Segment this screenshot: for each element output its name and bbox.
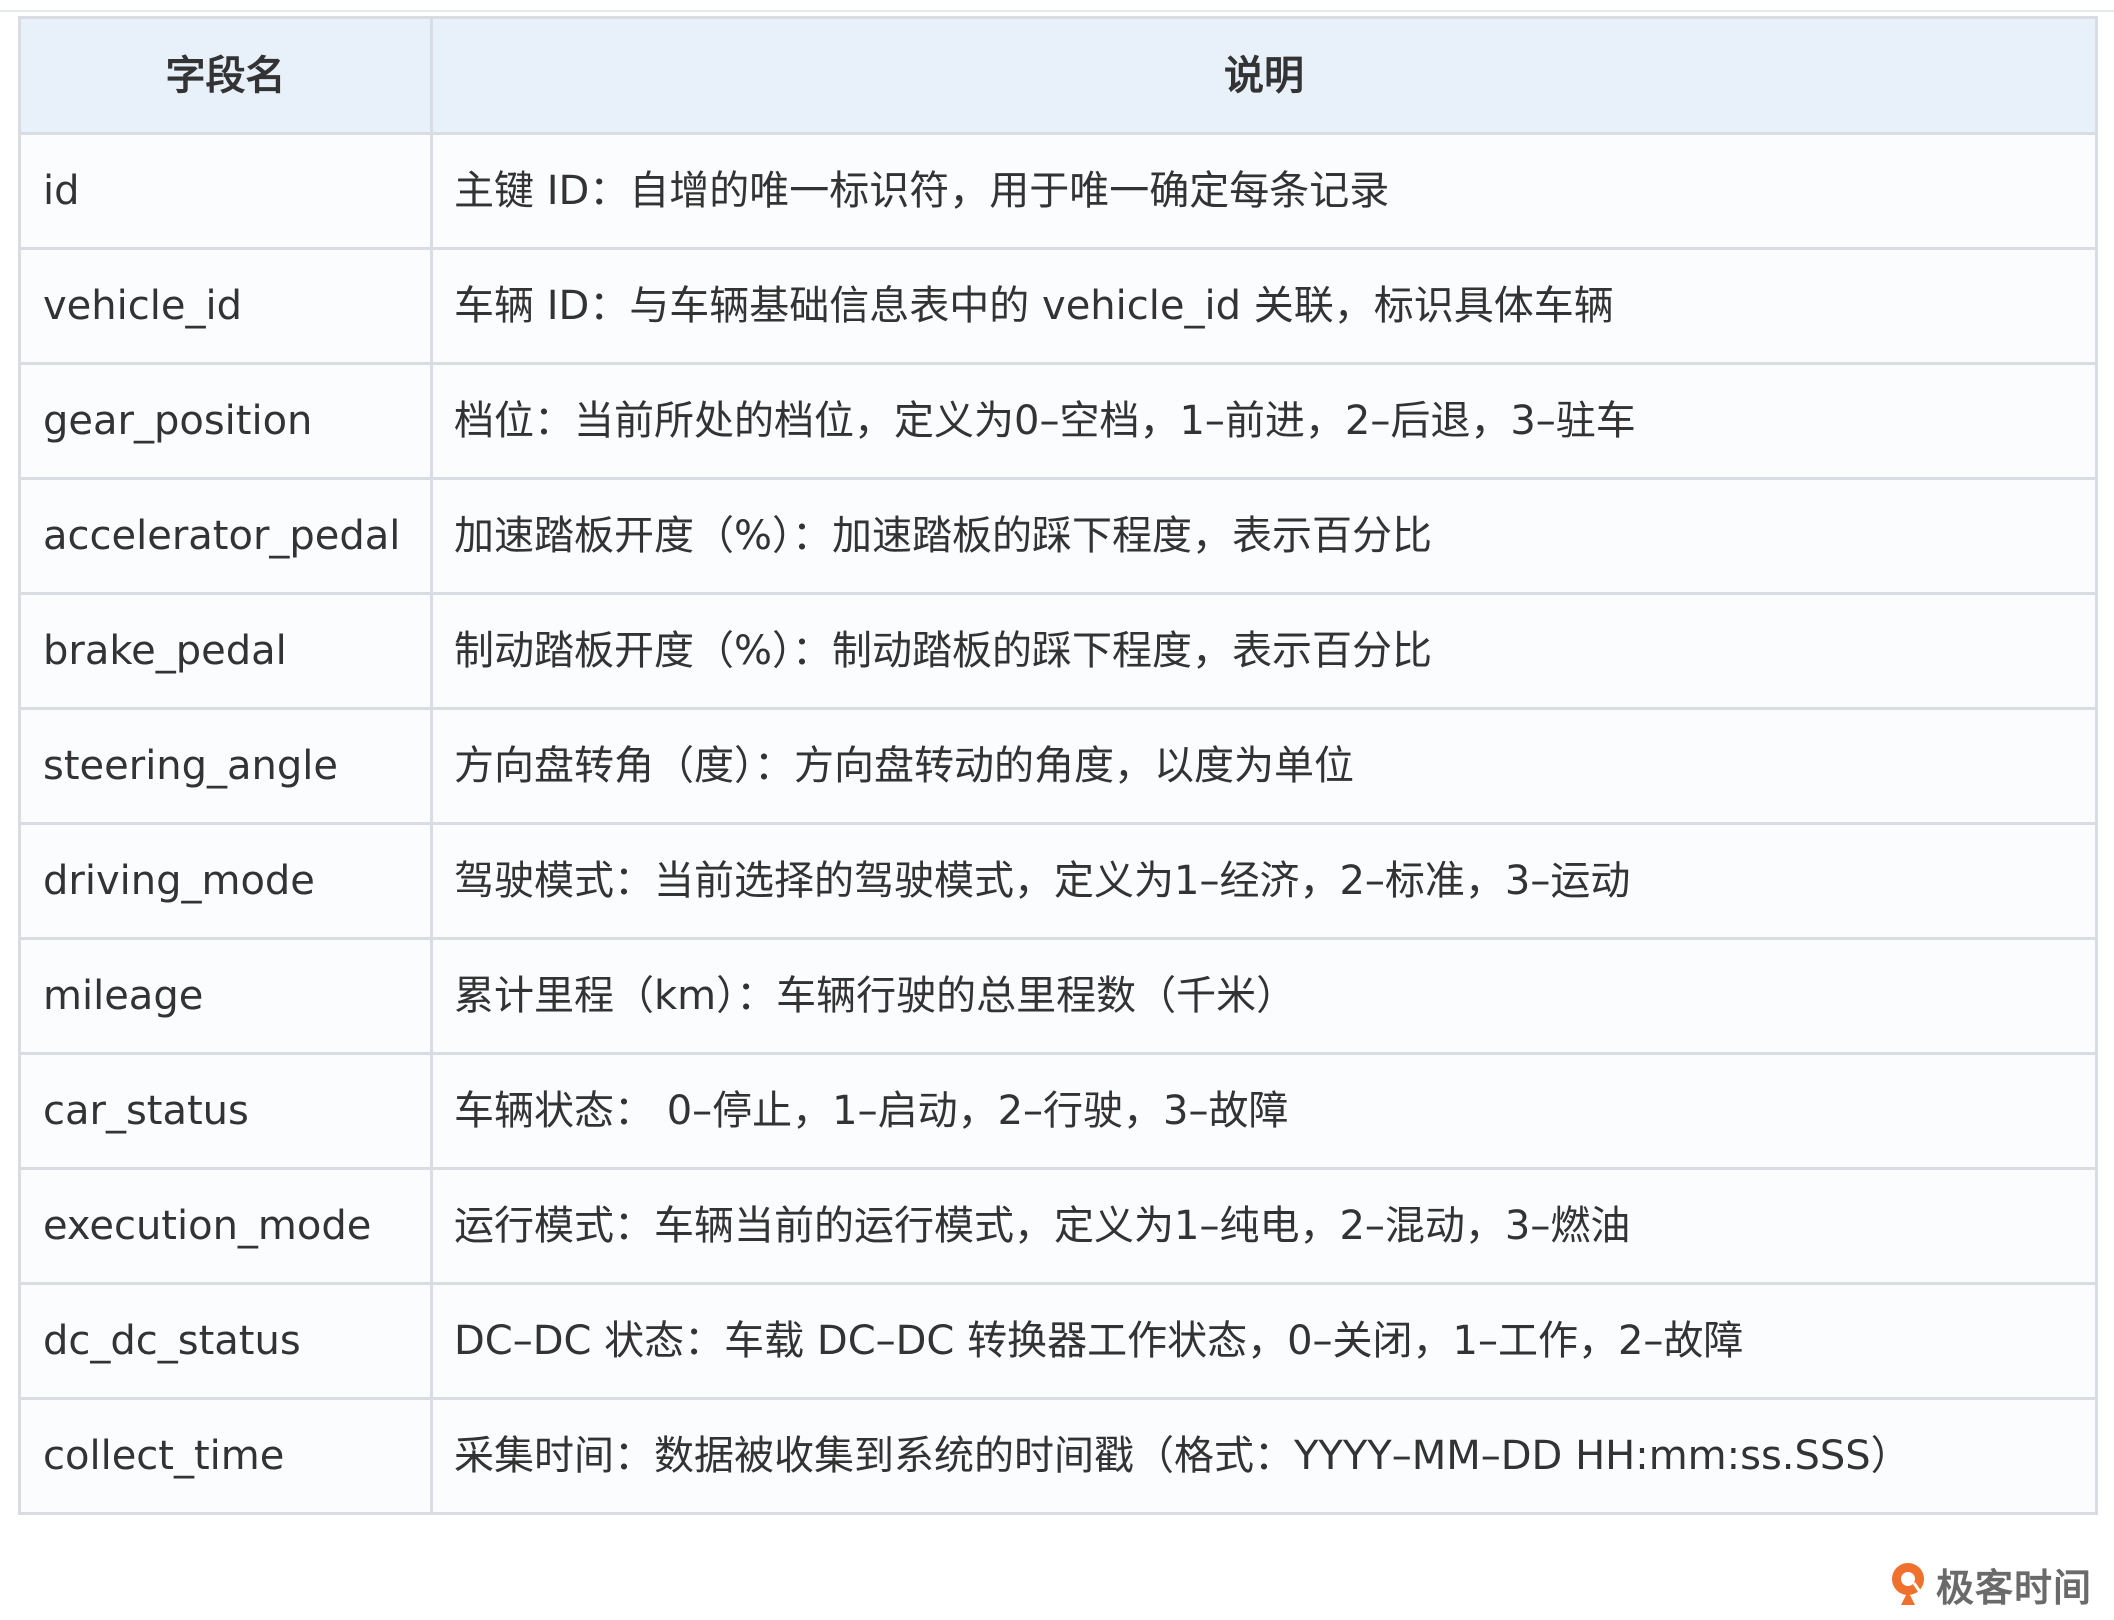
table-row: car_status 车辆状态： 0–停止，1–启动，2–行驶，3–故障 — [18, 1052, 2098, 1170]
description-cell: 加速踏板开度（%）：加速踏板的踩下程度，表示百分比 — [430, 477, 2098, 595]
table-row: brake_pedal 制动踏板开度（%）：制动踏板的踩下程度，表示百分比 — [18, 592, 2098, 710]
field-name-cell: mileage — [18, 937, 433, 1055]
field-name-cell: execution_mode — [18, 1167, 433, 1285]
description-cell: 车辆状态： 0–停止，1–启动，2–行驶，3–故障 — [430, 1052, 2098, 1170]
geektime-logo-icon — [1891, 1563, 1924, 1605]
description-cell: 制动踏板开度（%）：制动踏板的踩下程度，表示百分比 — [430, 592, 2098, 710]
field-description-table: 字段名 说明 id 主键 ID：自增的唯一标识符，用于唯一确定每条记录 vehi… — [18, 16, 2098, 1515]
top-divider — [0, 10, 2114, 12]
page: 字段名 说明 id 主键 ID：自增的唯一标识符，用于唯一确定每条记录 vehi… — [0, 0, 2114, 1620]
table-row: mileage 累计里程（km）：车辆行驶的总里程数（千米） — [18, 937, 2098, 1055]
brand-name: 极客时间 — [1935, 1565, 2092, 1610]
field-name-cell: steering_angle — [18, 707, 433, 825]
field-name-cell: collect_time — [18, 1397, 433, 1515]
table-row: vehicle_id 车辆 ID：与车辆基础信息表中的 vehicle_id 关… — [18, 247, 2098, 365]
table-row: collect_time 采集时间：数据被收集到系统的时间戳（格式：YYYY–M… — [18, 1397, 2098, 1515]
description-cell: 运行模式：车辆当前的运行模式，定义为1–纯电，2–混动，3–燃油 — [430, 1167, 2098, 1285]
description-cell: 累计里程（km）：车辆行驶的总里程数（千米） — [430, 937, 2098, 1055]
field-name-cell: brake_pedal — [18, 592, 433, 710]
field-name-cell: accelerator_pedal — [18, 477, 433, 595]
table-body: id 主键 ID：自增的唯一标识符，用于唯一确定每条记录 vehicle_id … — [18, 132, 2098, 1515]
field-name-cell: vehicle_id — [18, 247, 433, 365]
table-row: id 主键 ID：自增的唯一标识符，用于唯一确定每条记录 — [18, 132, 2098, 250]
table-row: driving_mode 驾驶模式：当前选择的驾驶模式，定义为1–经济，2–标准… — [18, 822, 2098, 940]
description-cell: 采集时间：数据被收集到系统的时间戳（格式：YYYY–MM–DD HH:mm:ss… — [430, 1397, 2098, 1515]
field-name-cell: car_status — [18, 1052, 433, 1170]
description-cell: 方向盘转角（度）：方向盘转动的角度，以度为单位 — [430, 707, 2098, 825]
brand-watermark: 极客时间 — [1888, 1558, 2092, 1610]
field-name-cell: id — [18, 132, 433, 250]
field-name-cell: gear_position — [18, 362, 433, 480]
description-cell: 驾驶模式：当前选择的驾驶模式，定义为1–经济，2–标准，3–运动 — [430, 822, 2098, 940]
table-row: steering_angle 方向盘转角（度）：方向盘转动的角度，以度为单位 — [18, 707, 2098, 825]
description-cell: 车辆 ID：与车辆基础信息表中的 vehicle_id 关联，标识具体车辆 — [430, 247, 2098, 365]
table-row: dc_dc_status DC–DC 状态：车载 DC–DC 转换器工作状态，0… — [18, 1282, 2098, 1400]
header-field-name: 字段名 — [18, 16, 433, 135]
table-header-row: 字段名 说明 — [18, 16, 2098, 135]
description-cell: DC–DC 状态：车载 DC–DC 转换器工作状态，0–关闭，1–工作，2–故障 — [430, 1282, 2098, 1400]
table-header: 字段名 说明 — [18, 16, 2098, 135]
field-name-cell: dc_dc_status — [18, 1282, 433, 1400]
table-row: gear_position 档位：当前所处的档位，定义为0–空档，1–前进，2–… — [18, 362, 2098, 480]
description-cell: 档位：当前所处的档位，定义为0–空档，1–前进，2–后退，3–驻车 — [430, 362, 2098, 480]
field-name-cell: driving_mode — [18, 822, 433, 940]
table-row: accelerator_pedal 加速踏板开度（%）：加速踏板的踩下程度，表示… — [18, 477, 2098, 595]
table-row: execution_mode 运行模式：车辆当前的运行模式，定义为1–纯电，2–… — [18, 1167, 2098, 1285]
description-cell: 主键 ID：自增的唯一标识符，用于唯一确定每条记录 — [430, 132, 2098, 250]
header-description: 说明 — [430, 16, 2098, 135]
